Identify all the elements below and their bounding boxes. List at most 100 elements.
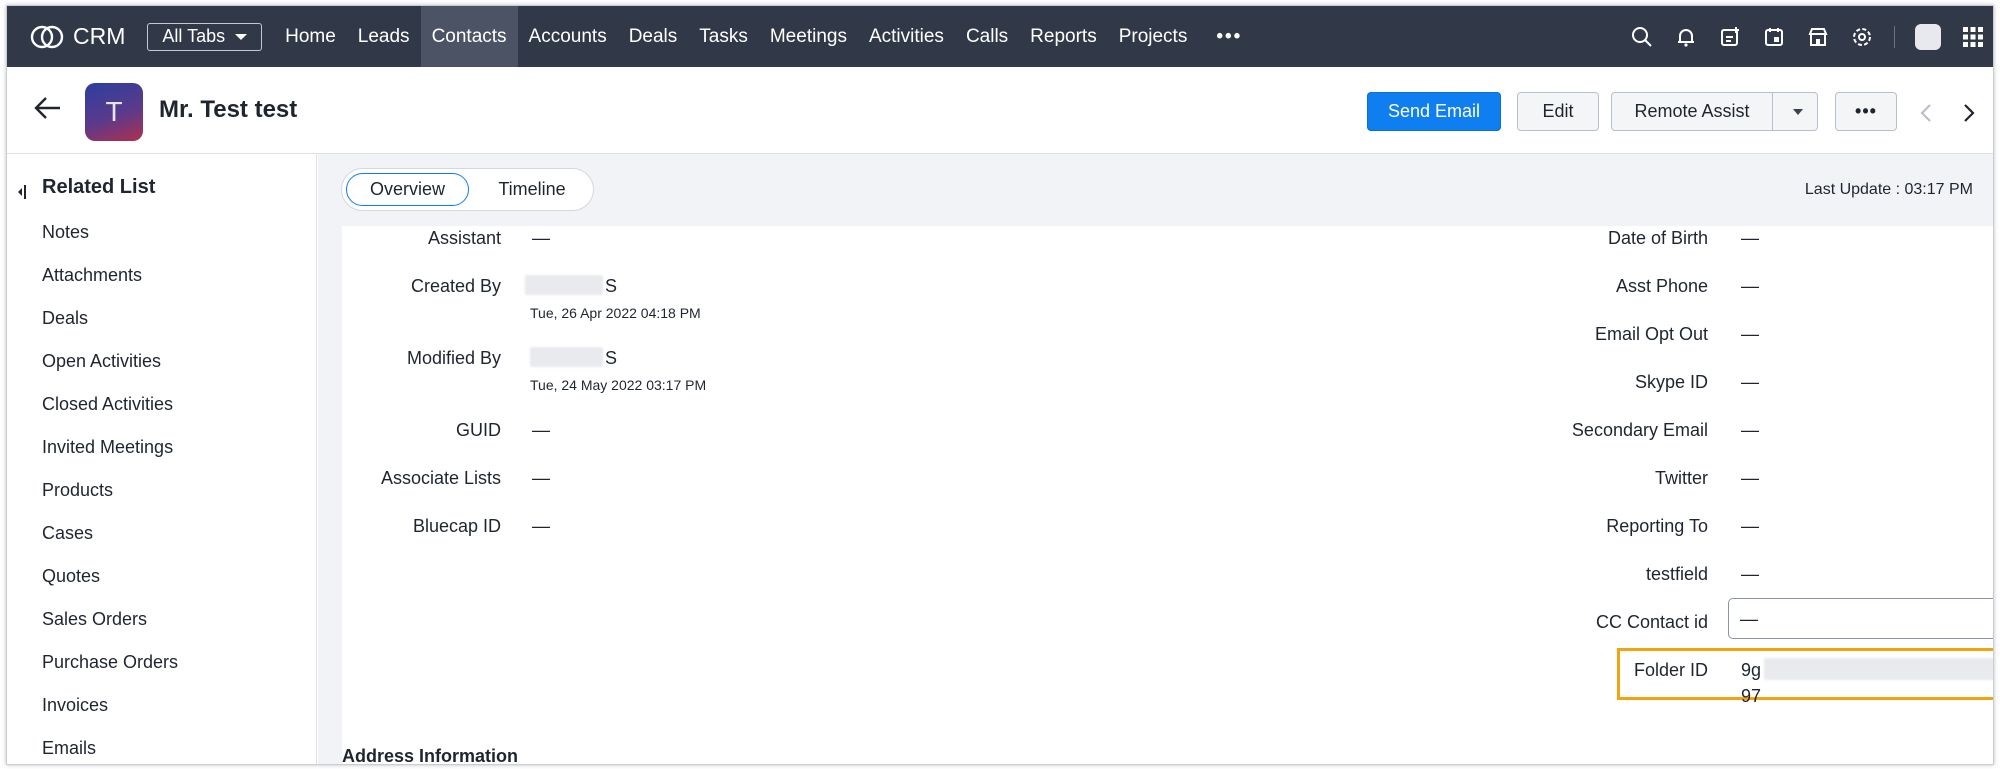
nav-tab-home[interactable]: Home [274,6,347,67]
redacted-folder-id [1764,658,1993,680]
field-label-secondary-email: Secondary Email [1571,420,1708,440]
search-icon[interactable] [1630,25,1654,49]
crm-logo[interactable]: CRM [29,23,125,50]
related-list: Notes Attachments Deals Open Activities … [42,222,178,764]
cc-contact-id-input[interactable]: — [1728,598,1993,639]
related-item-quotes[interactable]: Quotes [42,566,178,609]
field-label-skype-id: Skype ID [1634,372,1708,392]
field-label-twitter: Twitter [1654,468,1708,488]
field-label-testfield: testfield [1645,564,1708,584]
split-divider [1772,93,1773,130]
nav-tab-calls[interactable]: Calls [955,6,1019,67]
record-avatar: T [85,83,143,141]
details-panel: Assistant — Created By S Tue, 26 Apr 202… [342,226,1993,765]
related-item-sales-orders[interactable]: Sales Orders [42,609,178,652]
nav-tab-reports[interactable]: Reports [1019,6,1108,67]
nav-tab-leads[interactable]: Leads [347,6,421,67]
field-label-folder-id: Folder ID [1633,660,1708,680]
next-record-icon[interactable] [1962,103,1976,128]
profile-avatar[interactable] [1915,23,1941,50]
nav-tab-tasks[interactable]: Tasks [688,6,759,67]
field-label-cc-contact-id: CC Contact id [1595,612,1708,632]
remote-assist-split-button: Remote Assist [1611,92,1818,131]
bell-icon[interactable] [1674,25,1698,49]
remote-assist-dropdown-icon[interactable] [1793,109,1803,115]
view-tabs: Overview Timeline [341,168,594,211]
record-title: Mr. Test test [159,96,298,123]
field-label-email-opt-out: Email Opt Out [1594,324,1708,344]
calendar-icon[interactable] [1762,25,1786,49]
record-main-content: Overview Timeline Last Update : 03:17 PM… [318,154,1993,765]
related-item-attachments[interactable]: Attachments [42,265,178,308]
nav-right-tools [1620,6,1993,67]
edit-button[interactable]: Edit [1517,92,1599,131]
modified-time: Tue, 24 May 2022 03:17 PM [530,377,707,393]
nav-tab-deals[interactable]: Deals [618,6,689,67]
collapse-sidebar-icon[interactable] [16,184,28,205]
nav-tabs: Home Leads Contacts Accounts Deals Tasks… [274,6,1253,67]
field-value-skype-id: — [1741,372,1759,392]
more-actions-button[interactable]: ••• [1835,92,1897,131]
related-item-closed-activities[interactable]: Closed Activities [42,394,178,437]
tab-overview[interactable]: Overview [346,173,469,206]
related-item-cases[interactable]: Cases [42,523,178,566]
field-label-guid: GUID [456,420,501,440]
field-value-associate-lists: — [532,468,550,488]
related-item-open-activities[interactable]: Open Activities [42,351,178,394]
nav-divider [1894,25,1895,48]
nav-tab-projects[interactable]: Projects [1108,6,1199,67]
nav-tab-meetings[interactable]: Meetings [759,6,858,67]
redacted-name [525,275,603,295]
related-item-products[interactable]: Products [42,480,178,523]
related-item-notes[interactable]: Notes [42,222,178,265]
related-list-heading: Related List [42,176,156,198]
nav-tab-accounts[interactable]: Accounts [518,6,618,67]
related-item-deals[interactable]: Deals [42,308,178,351]
field-label-associate-lists: Associate Lists [380,468,501,488]
related-item-invited-meetings[interactable]: Invited Meetings [42,437,178,480]
back-arrow-icon[interactable] [33,95,63,126]
top-navigation-bar: CRM All Tabs Home Leads Contacts Account… [7,6,1993,67]
last-update-text: Last Update : 03:17 PM [1804,181,1973,198]
field-label-date-of-birth: Date of Birth [1607,228,1708,248]
field-label-created-by: Created By [410,276,501,296]
field-value-reporting-to: — [1741,516,1759,536]
nav-tab-contacts[interactable]: Contacts [420,6,518,67]
field-value-folder-id: 9g [1741,660,1762,680]
remote-assist-button[interactable]: Remote Assist [1612,101,1772,122]
related-item-purchase-orders[interactable]: Purchase Orders [42,652,178,695]
cc-contact-id-value: — [1740,609,1758,629]
field-value-bluecap-id: — [532,516,550,536]
previous-record-icon[interactable] [1919,103,1933,128]
field-value-folder-id-line2: 97 [1741,686,1762,706]
related-item-emails[interactable]: Emails [42,738,178,764]
tab-timeline[interactable]: Timeline [477,173,587,206]
add-record-icon[interactable] [1718,25,1742,49]
field-value-guid: — [532,420,550,440]
apps-grid-icon[interactable] [1961,25,1985,49]
created-time: Tue, 26 Apr 2022 04:18 PM [530,305,701,321]
field-value-testfield: — [1741,564,1759,584]
field-value-modified-by[interactable]: S [605,348,617,369]
address-information-heading: Address Information [342,746,519,765]
field-value-email-opt-out: — [1741,324,1759,344]
field-label-reporting-to: Reporting To [1606,516,1708,536]
nav-more-button[interactable]: ••• [1198,6,1253,67]
send-email-button[interactable]: Send Email [1367,92,1501,131]
all-tabs-dropdown[interactable]: All Tabs [147,22,263,51]
crm-logo-text: CRM [73,23,126,49]
related-item-invoices[interactable]: Invoices [42,695,178,738]
chevron-down-icon [235,33,248,40]
related-list-sidebar: Related List Notes Attachments Deals Ope… [7,154,317,764]
field-value-secondary-email: — [1741,420,1759,440]
field-label-bluecap-id: Bluecap ID [412,516,501,536]
all-tabs-label: All Tabs [162,26,226,46]
field-value-created-by[interactable]: S [605,276,617,297]
settings-icon[interactable] [1850,25,1874,49]
nav-tab-activities[interactable]: Activities [858,6,955,67]
crm-logo-icon [30,25,64,48]
field-label-assistant: Assistant [427,228,501,248]
marketplace-icon[interactable] [1806,25,1830,49]
record-header: T Mr. Test test Send Email Edit Remote A… [7,67,1993,154]
field-value-assistant: — [532,228,550,248]
